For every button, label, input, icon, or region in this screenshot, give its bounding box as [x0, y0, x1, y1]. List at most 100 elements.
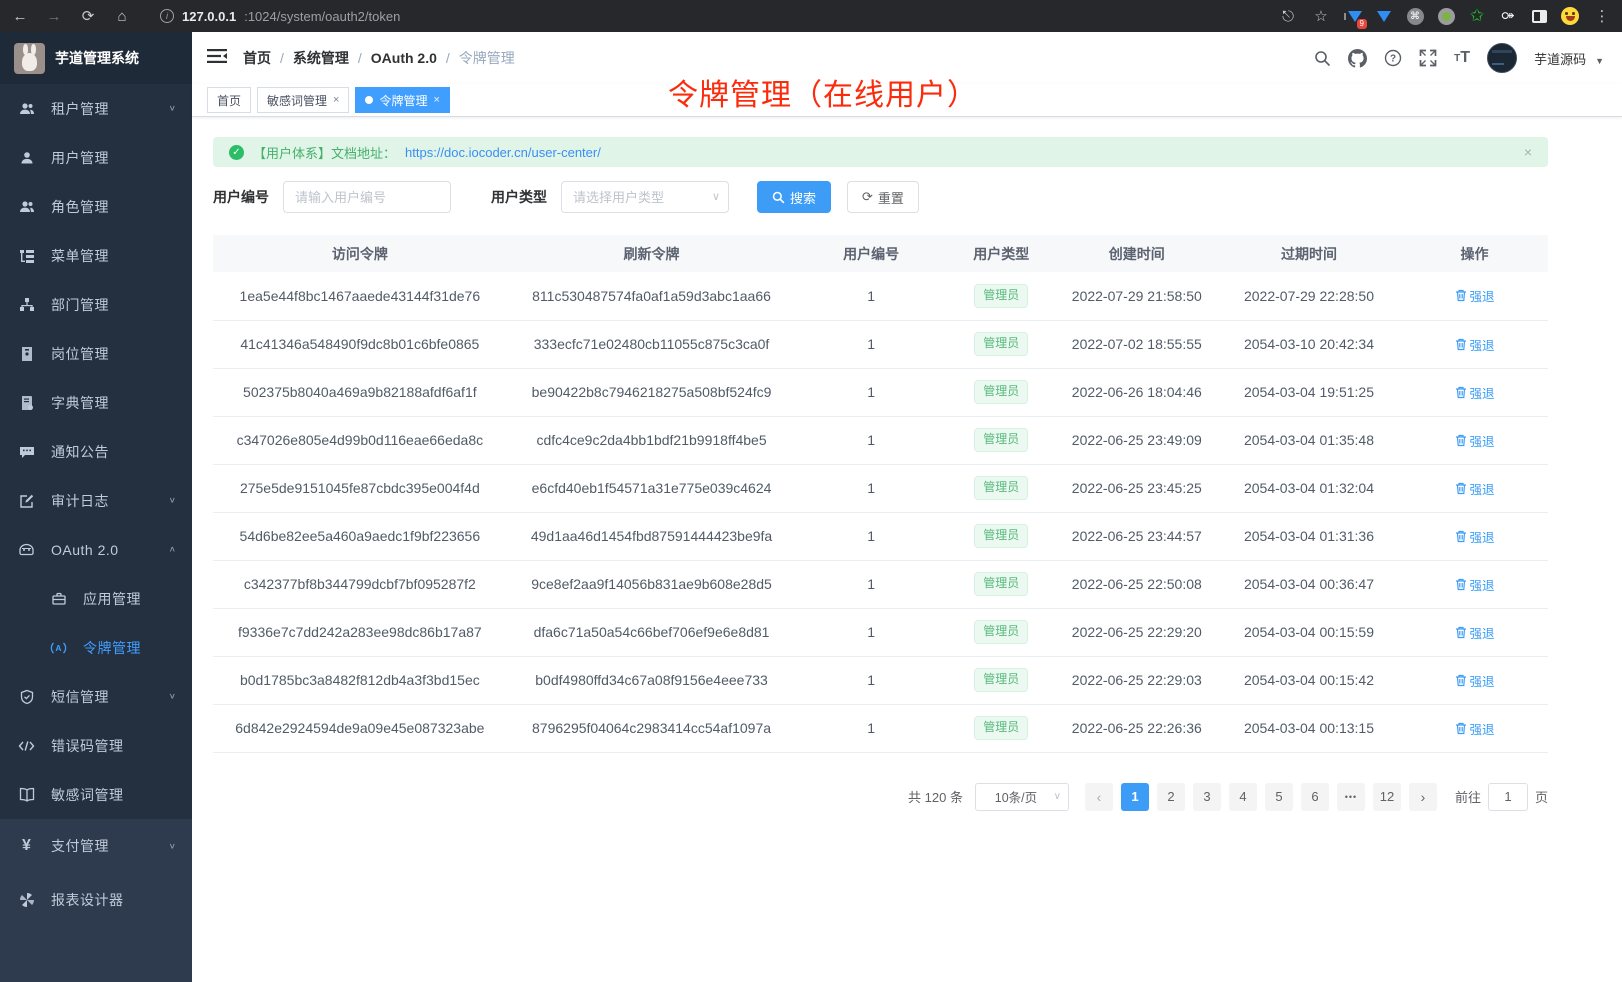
expire-time-cell: 2054-03-04 19:51:25 [1217, 368, 1401, 416]
github-icon[interactable] [1348, 49, 1367, 68]
avatar[interactable] [1487, 43, 1517, 73]
extensions-puzzle-icon[interactable]: ⚩ [1499, 7, 1517, 25]
back-icon[interactable]: ← [10, 8, 30, 25]
breadcrumb-system[interactable]: 系统管理 [293, 48, 349, 68]
force-logout-button[interactable]: 强退 [1455, 286, 1495, 305]
app-logo[interactable]: 芋道管理系统 [0, 32, 192, 84]
address-bar[interactable]: i 127.0.0.1:1024/system/oauth2/token [146, 9, 1264, 24]
actions-cell: 强退 [1401, 656, 1548, 704]
search-icon[interactable] [1314, 50, 1331, 67]
font-size-icon[interactable]: TT [1454, 49, 1470, 67]
force-logout-button[interactable]: 强退 [1455, 383, 1495, 402]
breadcrumb-oauth[interactable]: OAuth 2.0 [371, 50, 437, 66]
search-button[interactable]: 搜索 [757, 181, 831, 213]
chrome-menu-icon[interactable]: ⋮ [1592, 7, 1612, 25]
caret-down-icon[interactable]: ▼ [1595, 50, 1604, 66]
broadcast-a-icon: A [50, 641, 67, 655]
doc-link[interactable]: https://doc.iocoder.cn/user-center/ [405, 145, 601, 160]
reset-button-label: 重置 [878, 188, 904, 207]
star-extension-icon[interactable]: ✩ [1468, 7, 1486, 25]
fullscreen-icon[interactable] [1419, 49, 1437, 67]
site-info-icon[interactable]: i [160, 9, 174, 23]
sidebar-item-oauth[interactable]: OAuth 2.0 ∧ [0, 525, 192, 574]
user-type-select[interactable] [561, 181, 729, 213]
goto-page-input[interactable] [1488, 783, 1528, 811]
refresh-token-cell: 8796295f04064c2983414cc54af1097a [507, 704, 797, 752]
user-name[interactable]: 芋道源码 [1534, 49, 1586, 68]
sidebar-item-menu[interactable]: 菜单管理 [0, 231, 192, 280]
user-id-cell: 1 [796, 704, 946, 752]
force-logout-button[interactable]: 强退 [1455, 575, 1495, 594]
collapse-sidebar-icon[interactable] [207, 48, 227, 69]
sidebar-item-oauth-apps[interactable]: 应用管理 [0, 574, 192, 623]
gem-extension-icon[interactable] [1375, 7, 1393, 25]
created-time-cell: 2022-07-02 18:55:55 [1057, 320, 1217, 368]
page-button-3[interactable]: 3 [1193, 783, 1221, 811]
force-logout-button[interactable]: 强退 [1455, 623, 1495, 642]
tab-label: 敏感词管理 [267, 92, 327, 109]
logo-image [14, 43, 45, 74]
user-id-cell: 1 [796, 560, 946, 608]
bookmark-star-icon[interactable]: ☆ [1311, 7, 1331, 25]
page-button-6[interactable]: 6 [1301, 783, 1329, 811]
sidebar-item-role[interactable]: 角色管理 [0, 182, 192, 231]
breadcrumb-home[interactable]: 首页 [243, 48, 271, 68]
sidebar-item-tenant[interactable]: 租户管理 ∨ [0, 84, 192, 133]
created-time-cell: 2022-06-25 23:44:57 [1057, 512, 1217, 560]
share-icon[interactable]: ⎋ [1278, 8, 1298, 25]
force-logout-button[interactable]: 强退 [1455, 335, 1495, 354]
help-icon[interactable]: ? [1384, 49, 1402, 67]
command-extension-icon[interactable]: ⌘ [1406, 7, 1424, 25]
page-button-last[interactable]: 12 [1373, 783, 1401, 811]
user-id-input[interactable] [283, 181, 451, 213]
page-unit-label: 页 [1535, 787, 1548, 806]
sidebar-item-audit-log[interactable]: 审计日志 ∨ [0, 476, 192, 525]
access-token-cell: c347026e805e4d99b0d116eae66eda8c [213, 416, 507, 464]
sidebar-item-post[interactable]: 岗位管理 [0, 329, 192, 378]
sidebar-item-pay[interactable]: ¥ 支付管理 ∨ [0, 819, 192, 873]
expire-time-cell: 2054-03-04 00:15:42 [1217, 656, 1401, 704]
sidebar-item-sms[interactable]: 短信管理 ∨ [0, 672, 192, 721]
force-logout-button[interactable]: 强退 [1455, 719, 1495, 738]
sidebar-item-sensitive[interactable]: 敏感词管理 [0, 770, 192, 819]
reset-button[interactable]: ⟳ 重置 [847, 181, 919, 213]
tab-home[interactable]: 首页 [207, 87, 251, 113]
forward-icon[interactable]: → [44, 8, 64, 25]
page-button-5[interactable]: 5 [1265, 783, 1293, 811]
page-button-2[interactable]: 2 [1157, 783, 1185, 811]
next-page-button[interactable]: › [1409, 783, 1437, 811]
sidebar-item-notice[interactable]: 通知公告 [0, 427, 192, 476]
close-icon[interactable]: × [333, 94, 339, 106]
page-button-4[interactable]: 4 [1229, 783, 1257, 811]
force-logout-button[interactable]: 强退 [1455, 479, 1495, 498]
sidebar-item-user[interactable]: 用户管理 [0, 133, 192, 182]
sidebar-item-dict[interactable]: 字典管理 [0, 378, 192, 427]
prev-page-button[interactable]: ‹ [1085, 783, 1113, 811]
force-logout-button[interactable]: 强退 [1455, 527, 1495, 546]
page-button-1[interactable]: 1 [1121, 783, 1149, 811]
recorder-extension-icon[interactable] [1437, 7, 1455, 25]
sidebar-item-dept[interactable]: 部门管理 [0, 280, 192, 329]
side-panel-icon[interactable] [1530, 7, 1548, 25]
force-logout-button[interactable]: 强退 [1455, 431, 1495, 450]
created-time-cell: 2022-06-26 18:04:46 [1057, 368, 1217, 416]
sidebar-item-report-designer[interactable]: 报表设计器 [0, 873, 192, 927]
alert-close-icon[interactable]: × [1524, 144, 1532, 160]
reload-icon[interactable]: ⟳ [78, 7, 98, 25]
access-token-cell: 6d842e2924594de9a09e45e087323abe [213, 704, 507, 752]
more-pages-button[interactable]: ••• [1337, 783, 1365, 811]
refresh-token-cell: 9ce8ef2aa9f14056b831ae9b608e28d5 [507, 560, 797, 608]
profile-emoji-icon[interactable] [1561, 7, 1579, 25]
extension-grid-icon[interactable]: 9 [1344, 7, 1362, 25]
sidebar-item-errcode[interactable]: 错误码管理 [0, 721, 192, 770]
tab-sensitive-words[interactable]: 敏感词管理 × [257, 87, 349, 113]
home-icon[interactable]: ⌂ [112, 8, 132, 25]
close-icon[interactable]: × [433, 94, 439, 106]
tab-token-management[interactable]: 令牌管理 × [355, 87, 449, 113]
user-id-cell: 1 [796, 656, 946, 704]
access-token-cell: f9336e7c7dd242a283ee98dc86b17a87 [213, 608, 507, 656]
sidebar-item-oauth-token[interactable]: A 令牌管理 [0, 623, 192, 672]
force-logout-button[interactable]: 强退 [1455, 671, 1495, 690]
access-token-cell: 275e5de9151045fe87cbdc395e004f4d [213, 464, 507, 512]
page-size-select[interactable]: 10条/页 ∨ [975, 783, 1069, 811]
